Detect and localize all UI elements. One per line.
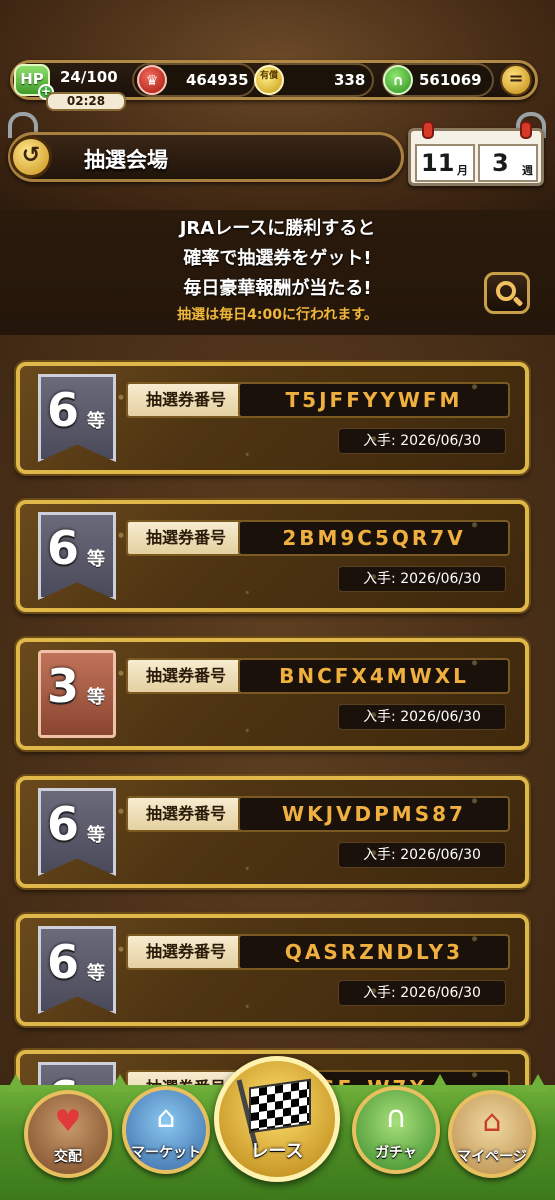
info-line-2: 確率で抽選券をゲット! bbox=[183, 248, 372, 269]
ticket-card[interactable]: 6等 抽選券番号 2BM9C5QR7V 入手: 2026/06/30 bbox=[16, 500, 529, 612]
nav-gacha-button[interactable]: ∩ ガチャ bbox=[352, 1086, 440, 1174]
info-line-1: JRAレースに勝利すると bbox=[179, 218, 376, 239]
ticket-code: WKJVDPMS87 bbox=[238, 796, 510, 832]
acquired-date: 入手: 2026/06/30 bbox=[338, 428, 506, 454]
checkered-flag-icon bbox=[249, 1078, 311, 1134]
ticket-number-label: 抽選券番号 bbox=[126, 796, 246, 832]
shop-icon: ⌂ bbox=[156, 1100, 176, 1135]
calendar-month: 11 月 bbox=[415, 144, 475, 182]
page-title: 抽選会場 bbox=[84, 148, 168, 172]
grass-tuft bbox=[430, 1074, 450, 1092]
title-bar bbox=[8, 132, 404, 182]
hp-timer: 02:28 bbox=[46, 92, 126, 111]
grass-tuft bbox=[110, 1074, 130, 1092]
back-arrow-icon[interactable]: ↺ bbox=[10, 136, 52, 178]
ticket-number-label: 抽選券番号 bbox=[126, 382, 246, 418]
horseshoe-icon: ∩ bbox=[385, 1100, 407, 1135]
ticket-card[interactable]: 6等 抽選券番号 WKJVDPMS87 入手: 2026/06/30 bbox=[16, 776, 529, 888]
acquired-date: 入手: 2026/06/30 bbox=[338, 980, 506, 1006]
rank-badge: 6等 bbox=[38, 788, 116, 876]
red-coin-icon: ♛ bbox=[137, 65, 167, 95]
grass-tuft bbox=[528, 1074, 548, 1092]
nav-race-button[interactable]: レース bbox=[214, 1056, 340, 1182]
grass-tuft bbox=[6, 1074, 26, 1092]
nav-breed-button[interactable]: ♥ 交配 bbox=[24, 1090, 112, 1178]
calendar-week: 3 週 bbox=[478, 144, 538, 182]
ticket-number-label: 抽選券番号 bbox=[126, 658, 246, 694]
rank-badge: 6等 bbox=[38, 926, 116, 1014]
acquired-date: 入手: 2026/06/30 bbox=[338, 842, 506, 868]
horseshoe-coin-icon: ∩ bbox=[383, 65, 413, 95]
magnifier-icon[interactable] bbox=[484, 272, 530, 314]
ticket-card[interactable]: 6等 抽選券番号 QASRZNDLY3 入手: 2026/06/30 bbox=[16, 914, 529, 1026]
draw-schedule-note: 抽選は毎日4:00に行われます。 bbox=[177, 307, 378, 323]
rank-badge: 3等 bbox=[38, 650, 116, 738]
ticket-code: T5JFFYYWFM bbox=[238, 382, 510, 418]
nav-market-button[interactable]: ⌂ マーケット bbox=[122, 1086, 210, 1174]
acquired-date: 入手: 2026/06/30 bbox=[338, 566, 506, 592]
gold-coin-icon: 有償 bbox=[254, 65, 284, 95]
ticket-code: QASRZNDLY3 bbox=[238, 934, 510, 970]
ticket-code: BNCFX4MWXL bbox=[238, 658, 510, 694]
hp-value: 24/100 bbox=[60, 68, 118, 86]
calendar-ring-left bbox=[422, 121, 434, 139]
red-coin-value: 464935 bbox=[186, 71, 249, 89]
menu-icon[interactable]: = bbox=[500, 64, 532, 96]
rank-badge: 6等 bbox=[38, 512, 116, 600]
nav-mypage-button[interactable]: ⌂ マイページ bbox=[448, 1090, 536, 1178]
ticket-number-label: 抽選券番号 bbox=[126, 934, 246, 970]
acquired-date: 入手: 2026/06/30 bbox=[338, 704, 506, 730]
green-coin-value: 561069 bbox=[419, 71, 482, 89]
ticket-card[interactable]: 3等 抽選券番号 BNCFX4MWXL 入手: 2026/06/30 bbox=[16, 638, 529, 750]
ticket-number-label: 抽選券番号 bbox=[126, 520, 246, 556]
house-icon: ⌂ bbox=[482, 1104, 502, 1139]
info-line-3: 毎日豪華報酬が当たる! bbox=[183, 278, 372, 299]
heart-horses-icon: ♥ bbox=[54, 1104, 82, 1139]
ticket-code: 2BM9C5QR7V bbox=[238, 520, 510, 556]
ticket-card[interactable]: 6等 抽選券番号 T5JFFYYWFM 入手: 2026/06/30 bbox=[16, 362, 529, 474]
gold-coin-value: 338 bbox=[334, 71, 366, 89]
hp-badge-icon[interactable]: HP + bbox=[14, 64, 54, 100]
calendar-ring-right bbox=[520, 121, 532, 139]
rank-badge: 6等 bbox=[38, 374, 116, 462]
